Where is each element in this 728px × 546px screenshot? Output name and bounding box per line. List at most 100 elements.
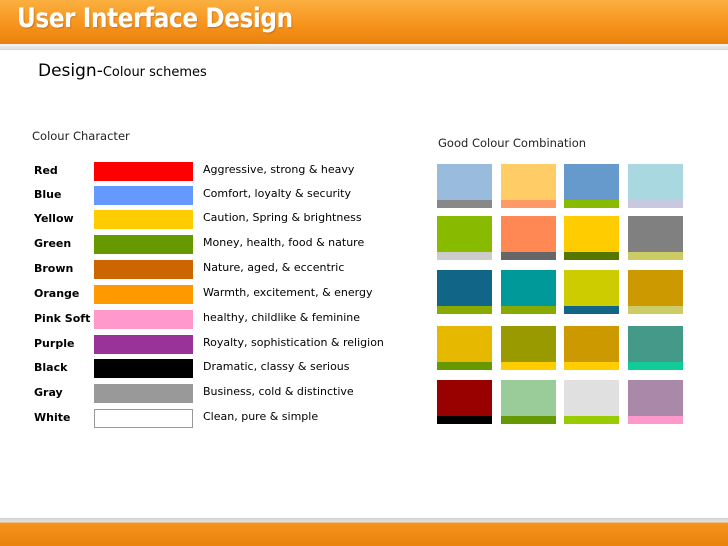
- colour-swatch: [94, 359, 193, 378]
- colour-character-row: Blue Comfort, loyalty & security: [0, 186, 400, 206]
- colour-character-label: Colour Character: [32, 129, 130, 143]
- colour-combination-swatch: [628, 216, 683, 260]
- colour-combination-swatch: [437, 270, 492, 314]
- colour-combination-swatch: [628, 270, 683, 314]
- colour-name: Purple: [34, 337, 75, 350]
- colour-description: healthy, childlike & feminine: [203, 311, 361, 324]
- combination-accent-colour: [501, 252, 556, 260]
- colour-combination-swatch: [501, 380, 556, 424]
- colour-character-row: Red Aggressive, strong & heavy: [0, 162, 400, 182]
- colour-combination-swatch: [564, 216, 619, 260]
- combination-main-colour: [564, 270, 619, 306]
- combination-accent-colour: [628, 416, 683, 424]
- colour-character-row: White Clean, pure & simple: [0, 409, 400, 429]
- colour-name: Yellow: [34, 212, 74, 225]
- colour-swatch: [94, 235, 193, 254]
- colour-combination-swatch: [437, 326, 492, 370]
- colour-name: Pink Soft: [34, 312, 91, 325]
- combination-accent-colour: [564, 200, 619, 208]
- combination-accent-colour: [628, 362, 683, 370]
- colour-swatch: [94, 335, 193, 354]
- combination-main-colour: [628, 326, 683, 362]
- combination-main-colour: [437, 216, 492, 252]
- colour-swatch: [94, 285, 193, 304]
- colour-name: Orange: [34, 287, 80, 300]
- colour-swatch: [94, 210, 193, 229]
- combination-accent-colour: [564, 416, 619, 424]
- colour-name: Red: [34, 164, 58, 177]
- combination-main-colour: [437, 270, 492, 306]
- colour-combination-swatch: [628, 164, 683, 208]
- combination-main-colour: [628, 216, 683, 252]
- colour-description: Money, health, food & nature: [203, 236, 365, 249]
- header-bar: User Interface Design: [0, 0, 728, 44]
- combination-main-colour: [437, 164, 492, 200]
- good-colour-combination-label: Good Colour Combination: [438, 136, 587, 150]
- colour-description: Nature, aged, & eccentric: [203, 261, 345, 274]
- colour-combination-swatch: [501, 216, 556, 260]
- combination-accent-colour: [501, 416, 556, 424]
- colour-combination-swatch: [501, 326, 556, 370]
- combination-accent-colour: [564, 306, 619, 314]
- subtitle-sub: Colour schemes: [102, 65, 207, 80]
- combination-main-colour: [501, 380, 556, 416]
- colour-character-row: Gray Business, cold & distinctive: [0, 384, 400, 404]
- colour-character-row: Black Dramatic, classy & serious: [0, 359, 400, 379]
- colour-name: Brown: [34, 262, 74, 275]
- colour-description: Caution, Spring & brightness: [203, 211, 362, 224]
- colour-swatch: [94, 162, 193, 181]
- colour-swatch: [94, 310, 193, 329]
- colour-character-row: Orange Warmth, excitement, & energy: [0, 285, 400, 305]
- combination-main-colour: [437, 326, 492, 362]
- colour-combination-swatch: [564, 164, 619, 208]
- combination-accent-colour: [501, 200, 556, 208]
- colour-character-row: Purple Royalty, sophistication & religion: [0, 335, 400, 355]
- colour-combination-swatch: [564, 270, 619, 314]
- colour-character-row: Brown Nature, aged, & eccentric: [0, 260, 400, 280]
- footer-bar: [0, 518, 728, 546]
- combination-main-colour: [501, 216, 556, 252]
- combination-main-colour: [501, 164, 556, 200]
- slide-subtitle: Design-Colour schemes: [38, 61, 207, 81]
- colour-combination-swatch: [501, 164, 556, 208]
- colour-name: Black: [34, 361, 68, 374]
- colour-combination-swatch: [628, 326, 683, 370]
- combination-accent-colour: [628, 306, 683, 314]
- colour-description: Dramatic, classy & serious: [203, 360, 350, 373]
- colour-description: Comfort, loyalty & security: [203, 187, 351, 200]
- colour-description: Royalty, sophistication & religion: [203, 336, 384, 349]
- colour-combination-swatch: [628, 380, 683, 424]
- colour-combination-swatch: [437, 380, 492, 424]
- combination-accent-colour: [628, 252, 683, 260]
- subtitle-main: Design-: [38, 61, 103, 81]
- header-divider: [0, 44, 728, 50]
- combination-main-colour: [501, 326, 556, 362]
- colour-character-row: Yellow Caution, Spring & brightness: [0, 210, 400, 230]
- colour-swatch: [94, 409, 193, 428]
- colour-description: Business, cold & distinctive: [203, 385, 354, 398]
- combination-main-colour: [501, 270, 556, 306]
- combination-accent-colour: [501, 362, 556, 370]
- combination-main-colour: [564, 326, 619, 362]
- combination-accent-colour: [437, 416, 492, 424]
- colour-description: Aggressive, strong & heavy: [203, 163, 355, 176]
- combination-main-colour: [564, 164, 619, 200]
- colour-swatch: [94, 384, 193, 403]
- combination-accent-colour: [437, 200, 492, 208]
- colour-combination-swatch: [437, 216, 492, 260]
- combination-accent-colour: [437, 362, 492, 370]
- combination-main-colour: [437, 380, 492, 416]
- colour-description: Warmth, excitement, & energy: [203, 286, 373, 299]
- colour-character-row: Pink Soft healthy, childlike & feminine: [0, 310, 400, 330]
- combination-accent-colour: [501, 306, 556, 314]
- colour-combination-swatch: [564, 380, 619, 424]
- colour-combination-swatch: [564, 326, 619, 370]
- combination-accent-colour: [437, 252, 492, 260]
- combination-accent-colour: [628, 200, 683, 208]
- colour-character-row: Green Money, health, food & nature: [0, 235, 400, 255]
- colour-combination-swatch: [501, 270, 556, 314]
- colour-name: White: [34, 411, 71, 424]
- colour-swatch: [94, 186, 193, 205]
- slide-title: User Interface Design: [17, 3, 293, 34]
- colour-description: Clean, pure & simple: [203, 410, 319, 423]
